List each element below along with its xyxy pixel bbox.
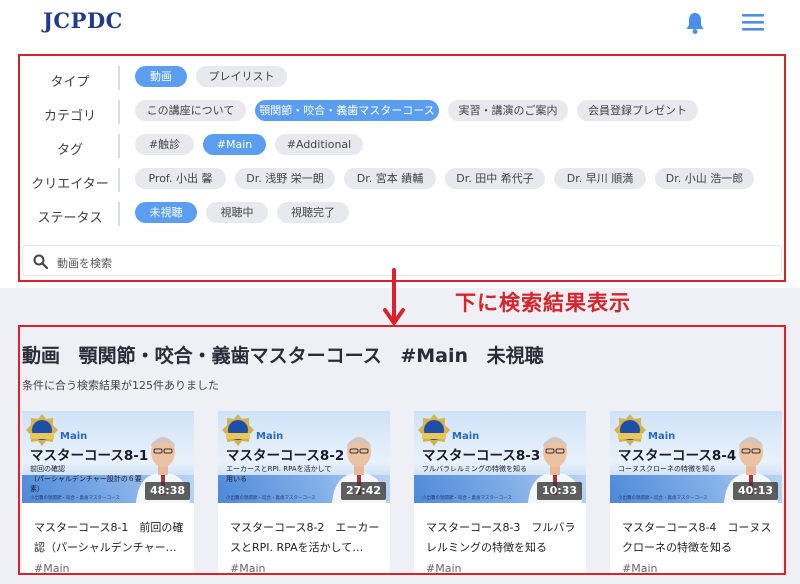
chip-creator-miyamoto[interactable]: Dr. 宮本 績輔 [344, 168, 436, 189]
chip-tag-additional[interactable]: #Additional [275, 134, 363, 155]
video-title[interactable]: マスターコース8-2 エーカースとRPI. RPAを活かして… [230, 518, 382, 558]
video-tag: #Main [34, 562, 70, 575]
thumbnail-footer: 小出馨の顎関節・咬合・義歯マスターコース [422, 496, 512, 501]
thumbnail-label: Main [60, 431, 88, 442]
chip-category-practice[interactable]: 実習・講演のご案内 [448, 100, 568, 121]
course-badge-icon [614, 414, 646, 446]
chip-tag-palpation[interactable]: #触診 [135, 134, 194, 155]
thumbnail-label: Main [452, 431, 480, 442]
bell-icon[interactable] [684, 11, 706, 35]
video-thumbnail[interactable]: Main マスターコース8-1 前回の確認 （パーシャルデンチャー設計の６要素）… [22, 411, 194, 503]
video-card[interactable]: Main マスターコース8-2 エーカースとRPI. RPAを活かして用いる 小… [218, 411, 390, 575]
thumbnail-title: マスターコース8-1 [30, 448, 149, 464]
filter-label-category: カテゴリ [43, 109, 96, 124]
video-title[interactable]: マスターコース8-1 前回の確認（パーシャルデンチャー… [34, 518, 186, 558]
annotation-text: 下に検索結果表示 [455, 291, 631, 315]
thumbnail-subtitle: 前回の確認 （パーシャルデンチャー設計の６要素） [30, 465, 142, 493]
chip-type-video[interactable]: 動画 [135, 66, 187, 87]
chip-status-watching[interactable]: 視聴中 [206, 202, 268, 223]
video-duration: 40:13 [732, 482, 778, 500]
thumbnail-subtitle: フルバラレルミングの特徴を知る [422, 465, 527, 473]
results-count: 条件に合う検索結果が125件ありました [22, 379, 219, 392]
thumbnail-subtitle: コーヌスクローネの特徴を知る [618, 465, 716, 473]
divider [118, 168, 120, 192]
chip-category-about[interactable]: この講座について [135, 100, 246, 121]
chip-creator-tanaka[interactable]: Dr. 田中 希代子 [445, 168, 545, 189]
video-tag: #Main [230, 562, 266, 575]
chip-creator-koyama[interactable]: Dr. 小山 浩一郎 [655, 168, 754, 189]
results-title-tag: #Main [400, 345, 469, 367]
chip-status-unwatched[interactable]: 未視聴 [135, 202, 197, 223]
results-title-type: 動画 [22, 345, 61, 367]
thumbnail-title: マスターコース8-2 [226, 448, 345, 464]
filter-label-tag: タグ [56, 143, 83, 158]
chip-creator-hayakawa[interactable]: Dr. 早川 順満 [554, 168, 646, 189]
site-logo[interactable]: JCPDC [43, 8, 123, 33]
video-tag: #Main [622, 562, 658, 575]
chip-status-watched[interactable]: 視聴完了 [277, 202, 349, 223]
video-duration: 10:33 [536, 482, 582, 500]
course-badge-icon [222, 414, 254, 446]
chip-category-mastercourse[interactable]: 顎関節・咬合・義歯マスターコース [255, 100, 439, 121]
divider [118, 134, 120, 158]
results-title-category: 顎関節・咬合・義歯マスターコース [78, 345, 382, 367]
video-thumbnail[interactable]: Main マスターコース8-4 コーヌスクローネの特徴を知る 小出馨の顎関節・咬… [610, 411, 782, 503]
chip-tag-main[interactable]: #Main [203, 134, 266, 155]
thumbnail-subtitle: エーカースとRPI. RPAを活かして用いる [226, 465, 332, 483]
video-card[interactable]: Main マスターコース8-1 前回の確認 （パーシャルデンチャー設計の６要素）… [22, 411, 194, 575]
divider [118, 66, 120, 90]
video-card[interactable]: Main マスターコース8-4 コーヌスクローネの特徴を知る 小出馨の顎関節・咬… [610, 411, 782, 575]
chip-category-gift[interactable]: 会員登録プレゼント [577, 100, 698, 121]
thumbnail-footer: 小出馨の顎関節・咬合・義歯マスターコース [30, 496, 120, 501]
video-card[interactable]: Main マスターコース8-3 フルバラレルミングの特徴を知る 小出馨の顎関節・… [414, 411, 586, 575]
thumbnail-footer: 小出馨の顎関節・咬合・義歯マスターコース [618, 496, 708, 501]
video-duration: 27:42 [340, 482, 386, 500]
hamburger-menu-icon[interactable] [742, 13, 764, 32]
video-thumbnail[interactable]: Main マスターコース8-3 フルバラレルミングの特徴を知る 小出馨の顎関節・… [414, 411, 586, 503]
course-badge-icon [418, 414, 450, 446]
thumbnail-title: マスターコース8-4 [618, 448, 737, 464]
filter-label-type: タイプ [50, 75, 90, 90]
thumbnail-label: Main [648, 431, 676, 442]
thumbnail-title: マスターコース8-3 [422, 448, 541, 464]
video-thumbnail[interactable]: Main マスターコース8-2 エーカースとRPI. RPAを活かして用いる 小… [218, 411, 390, 503]
thumbnail-label: Main [256, 431, 284, 442]
arrow-down-icon [383, 268, 405, 325]
chip-creator-asano[interactable]: Dr. 浅野 栄一朗 [235, 168, 335, 189]
chip-creator-koide[interactable]: Prof. 小出 馨 [135, 168, 226, 189]
video-title[interactable]: マスターコース8-3 フルバラレルミングの特徴を知る [426, 518, 578, 558]
video-tag: #Main [426, 562, 462, 575]
video-duration: 48:38 [144, 482, 190, 500]
video-title[interactable]: マスターコース8-4 コーヌスクローネの特徴を知る [622, 518, 774, 558]
search-icon [33, 254, 48, 269]
course-badge-icon [26, 414, 58, 446]
chip-type-playlist[interactable]: プレイリスト [196, 66, 287, 87]
divider [118, 202, 120, 226]
search-placeholder: 動画を検索 [57, 257, 112, 270]
divider [118, 100, 120, 124]
thumbnail-footer: 小出馨の顎関節・咬合・義歯マスターコース [226, 496, 316, 501]
app-header: JCPDC [0, 0, 800, 44]
results-title: 動画 顎関節・咬合・義歯マスターコース #Main 未視聴 [22, 341, 556, 368]
results-title-status: 未視聴 [486, 345, 544, 367]
filter-label-status: ステータス [37, 211, 103, 226]
filter-label-creator: クリエイター [31, 177, 109, 192]
